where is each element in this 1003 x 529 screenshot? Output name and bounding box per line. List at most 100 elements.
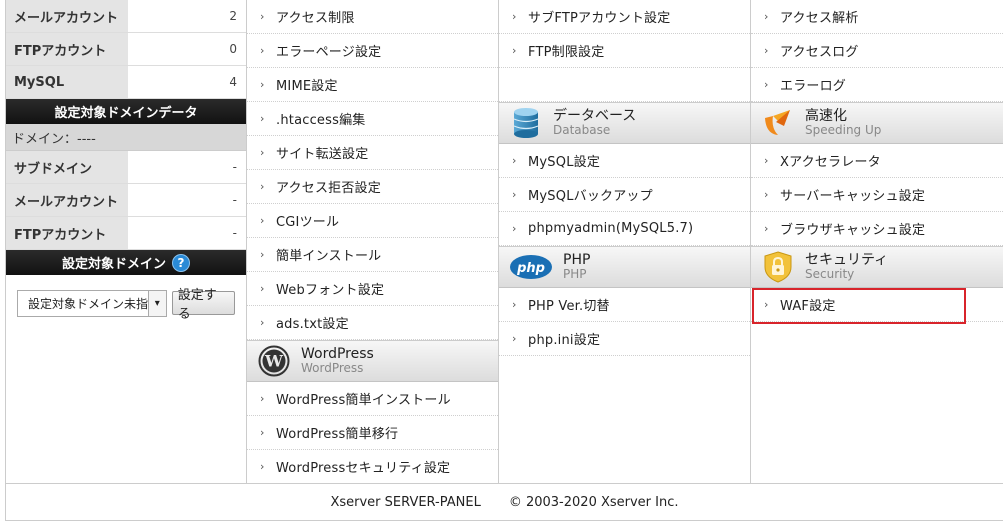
menu-item-mime[interactable]: › MIME設定 (247, 68, 498, 102)
menu-item-htaccess[interactable]: › .htaccess編集 (247, 102, 498, 136)
footer: Xserver SERVER-PANEL © 2003-2020 Xserver… (5, 483, 1003, 521)
database-icon (509, 107, 543, 139)
arrow-icon: › (260, 78, 265, 91)
menu-item-error-page[interactable]: › エラーページ設定 (247, 34, 498, 68)
menu-item-label: アクセス制限 (276, 11, 355, 26)
menu-item-label: サーバーキャッシュ設定 (780, 189, 926, 204)
empty-row (499, 68, 750, 102)
arrow-icon: › (512, 332, 517, 345)
set-domain-button[interactable]: 設定する (171, 288, 235, 322)
menu-item-php-version[interactable]: › PHP Ver.切替 (499, 288, 750, 322)
stat-value: - (232, 193, 237, 207)
menu-item-label: ブラウザキャッシュ設定 (780, 223, 926, 238)
menu-item-ftp-restriction[interactable]: › FTP制限設定 (499, 34, 750, 68)
arrow-icon: › (764, 154, 769, 167)
menu-item-label: PHP Ver.切替 (528, 299, 610, 314)
domain-name-line: ドメイン：---- (6, 124, 246, 151)
domain-select[interactable]: 設定対象ドメイン未指 ▾ (17, 289, 167, 317)
menu-item-label: WordPressセキュリティ設定 (276, 461, 451, 476)
arrow-icon: › (260, 146, 265, 159)
menu-item-label: FTP制限設定 (528, 45, 605, 60)
menu-item-mysql-backup[interactable]: › MySQLバックアップ (499, 178, 750, 212)
arrow-icon: › (512, 188, 517, 201)
menu-item-access-restriction[interactable]: › アクセス制限 (247, 0, 498, 34)
menu-item-access-log[interactable]: › アクセスログ (751, 34, 1003, 68)
arrow-icon: › (764, 10, 769, 23)
menu-item-label: エラーページ設定 (276, 45, 382, 60)
php-icon: php (509, 251, 553, 283)
rocket-swoosh-icon (761, 107, 795, 139)
section-header-database: データベース Database (499, 102, 750, 144)
menu-item-label: WAF設定 (780, 299, 836, 314)
stat-row-mail: メールアカウント 2 (6, 0, 246, 33)
arrow-icon: › (512, 222, 517, 235)
menu-item-label: アクセス拒否設定 (276, 181, 381, 196)
menu-item-sub-ftp[interactable]: › サブFTPアカウント設定 (499, 0, 750, 34)
menu-item-ads-txt[interactable]: › ads.txt設定 (247, 306, 498, 340)
stat-label: メールアカウント (6, 0, 128, 32)
section-subtitle: PHP (563, 267, 587, 281)
menu-item-wp-security[interactable]: › WordPressセキュリティ設定 (247, 450, 498, 484)
menu-item-label: 簡単インストール (276, 249, 382, 264)
stat-value: 0 (229, 42, 237, 56)
arrow-icon: › (260, 248, 265, 261)
arrow-icon: › (260, 44, 265, 57)
stat-label: メールアカウント (6, 184, 128, 216)
section-header-security: セキュリティ Security (751, 246, 1003, 288)
menu-item-wp-easy-install[interactable]: › WordPress簡単インストール (247, 382, 498, 416)
arrow-icon: › (260, 180, 265, 193)
section-header-speed: 高速化 Speeding Up (751, 102, 1003, 144)
arrow-icon: › (764, 78, 769, 91)
menu-item-label: MySQLバックアップ (528, 189, 653, 204)
section-title: データベース (553, 108, 637, 124)
menu-item-label: .htaccess編集 (276, 113, 366, 128)
menu-item-waf-settings[interactable]: › WAF設定 (751, 288, 1003, 322)
arrow-icon: › (512, 44, 517, 57)
arrow-icon: › (260, 426, 265, 439)
section-title: 高速化 (805, 108, 847, 124)
menu-item-mysql-settings[interactable]: › MySQL設定 (499, 144, 750, 178)
menu-item-label: WordPress簡単インストール (276, 393, 451, 408)
menu-item-wp-easy-migrate[interactable]: › WordPress簡単移行 (247, 416, 498, 450)
arrow-icon: › (260, 214, 265, 227)
arrow-icon: › (260, 10, 265, 23)
php-logo-text: php (516, 261, 545, 276)
chevron-down-icon: ▾ (147, 290, 166, 316)
menu-item-label: アクセス解析 (780, 11, 859, 26)
menu-item-phpmyadmin[interactable]: › phpmyadmin(MySQL5.7) (499, 212, 750, 246)
arrow-icon: › (260, 282, 265, 295)
menu-item-site-redirect[interactable]: › サイト転送設定 (247, 136, 498, 170)
menu-item-label: サイト転送設定 (276, 147, 369, 162)
menu-item-browser-cache[interactable]: › ブラウザキャッシュ設定 (751, 212, 1003, 246)
stat-label: サブドメイン (6, 151, 128, 183)
section-subtitle: WordPress (301, 361, 364, 375)
menu-item-cgi-tools[interactable]: › CGIツール (247, 204, 498, 238)
menu-item-x-accelerator[interactable]: › Xアクセラレータ (751, 144, 1003, 178)
menu-item-error-log[interactable]: › エラーログ (751, 68, 1003, 102)
help-icon[interactable]: ? (172, 253, 190, 272)
svg-text:W: W (264, 352, 284, 371)
menu-item-easy-install[interactable]: › 簡単インストール (247, 238, 498, 272)
menu-item-access-deny[interactable]: › アクセス拒否設定 (247, 170, 498, 204)
menu-item-access-analytics[interactable]: › アクセス解析 (751, 0, 1003, 34)
stat-label: MySQL (6, 66, 128, 98)
stat-row-subdomain: サブドメイン - (6, 151, 246, 184)
section-subtitle: Database (553, 123, 611, 137)
menu-item-label: phpmyadmin(MySQL5.7) (528, 221, 694, 236)
menu-item-php-ini[interactable]: › php.ini設定 (499, 322, 750, 356)
stat-value: - (232, 160, 237, 174)
section-subtitle: Speeding Up (805, 123, 882, 137)
menu-item-web-font[interactable]: › Webフォント設定 (247, 272, 498, 306)
menu-item-server-cache[interactable]: › サーバーキャッシュ設定 (751, 178, 1003, 212)
lock-shield-icon (761, 251, 795, 283)
menu-column-3: › アクセス解析 › アクセスログ › エラーログ 高速化 Speeding Up ›… (751, 0, 1003, 483)
footer-copyright: © 2003-2020 Xserver Inc. (508, 494, 679, 510)
section-title: WordPress (301, 346, 374, 362)
menu-column-2: › サブFTPアカウント設定 › FTP制限設定 データベース Database ›… (499, 0, 751, 483)
section-title: PHP (563, 252, 591, 268)
stat-row-domain-ftp: FTPアカウント - (6, 217, 246, 250)
menu-item-label: Xアクセラレータ (780, 155, 881, 170)
stat-label: FTPアカウント (6, 33, 128, 65)
stat-label: FTPアカウント (6, 217, 128, 249)
menu-item-label: サブFTPアカウント設定 (528, 11, 671, 26)
